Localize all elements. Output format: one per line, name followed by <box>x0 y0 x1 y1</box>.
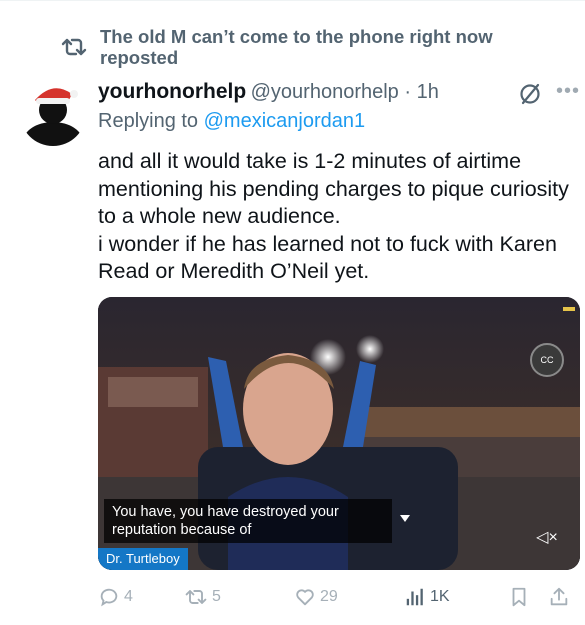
cursor-icon <box>398 511 412 525</box>
analytics-icon <box>406 588 423 606</box>
mention-link[interactable]: @mexicanjordan1 <box>204 110 366 132</box>
repost-icon <box>60 36 88 58</box>
tweet-text-paragraph-1: and all it would take is 1-2 minutes of … <box>98 149 569 228</box>
reply-button[interactable]: 4 <box>98 583 133 611</box>
video-caption: You have, you have destroyed your reputa… <box>104 499 392 543</box>
heart-icon <box>296 589 314 606</box>
repost-count: 5 <box>212 588 221 605</box>
views-button[interactable]: 1K <box>404 583 450 611</box>
top-divider <box>0 0 585 1</box>
like-button[interactable]: 29 <box>294 583 338 611</box>
channel-label: Dr. Turtleboy <box>98 548 188 570</box>
reply-icon <box>100 588 118 607</box>
repost-action-icon <box>185 590 207 604</box>
tweet-header: yourhonorhelp @yourhonorhelp · 1h ••• <box>98 80 580 106</box>
tweet-text: and all it would take is 1-2 minutes of … <box>98 148 578 286</box>
grok-icon[interactable] <box>518 82 542 106</box>
replying-to-label: Replying to <box>98 110 204 132</box>
video-player[interactable]: CC You have, you have destroyed your rep… <box>98 297 580 570</box>
view-count: 1K <box>430 588 450 605</box>
share-icon <box>550 587 568 606</box>
author-handle[interactable]: @yourhonorhelp <box>251 81 399 103</box>
closed-captions-button[interactable]: CC <box>530 343 564 377</box>
repost-user-link[interactable]: The old M can’t come to the phone right … <box>100 26 520 68</box>
share-button[interactable] <box>548 583 570 611</box>
repost-button[interactable]: 5 <box>184 583 221 611</box>
replying-to: Replying to @mexicanjordan1 <box>98 110 365 133</box>
tweet-time[interactable]: 1h <box>417 81 439 103</box>
avatar[interactable] <box>20 80 86 146</box>
more-options-icon[interactable]: ••• <box>556 80 580 103</box>
reply-count: 4 <box>124 588 133 605</box>
bookmark-icon <box>512 587 526 607</box>
like-count: 29 <box>320 588 338 605</box>
bookmark-button[interactable] <box>509 583 529 611</box>
tweet-text-paragraph-2: i wonder if he has learned not to fuck w… <box>98 231 557 284</box>
author-display-name[interactable]: yourhonorhelp <box>98 80 246 103</box>
action-bar: 4 5 29 1K <box>98 583 580 611</box>
mute-button[interactable]: ◁× <box>530 521 564 555</box>
time-separator: · <box>398 81 417 103</box>
